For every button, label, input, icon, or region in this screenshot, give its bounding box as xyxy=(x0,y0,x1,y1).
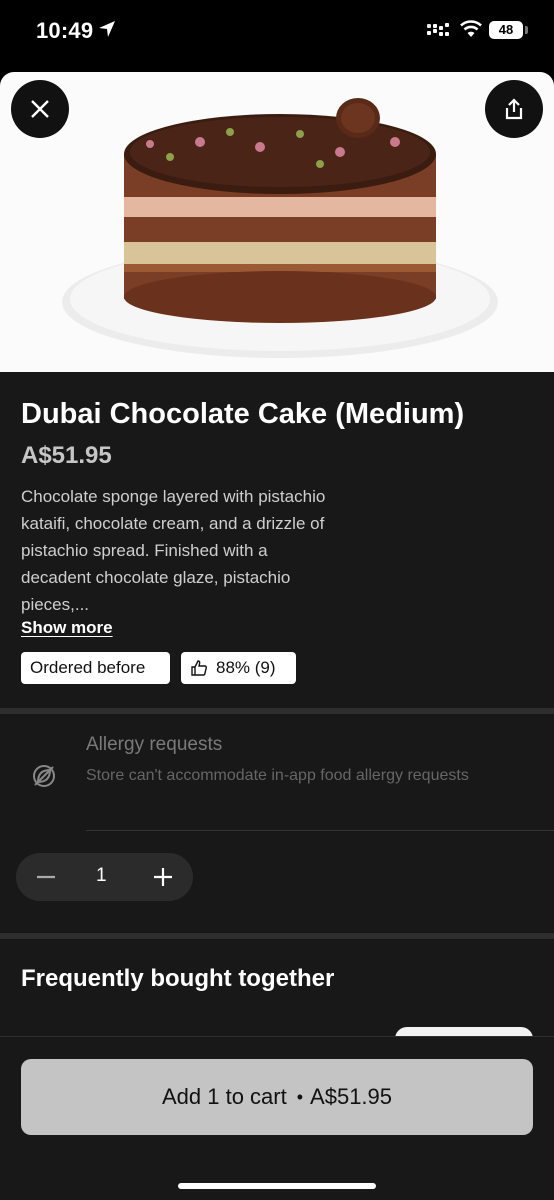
share-icon xyxy=(505,98,523,120)
ordered-before-label: Ordered before xyxy=(30,658,146,677)
section-divider xyxy=(0,933,554,939)
product-title: Dubai Chocolate Cake (Medium) xyxy=(21,398,465,430)
close-button[interactable] xyxy=(11,80,69,138)
status-time: 10:49 xyxy=(36,18,94,43)
share-button[interactable] xyxy=(485,80,543,138)
product-sheet: Dubai Chocolate Cake (Medium) A$51.95 Ch… xyxy=(0,72,554,1200)
cart-separator: • xyxy=(296,1086,304,1107)
allergy-icon xyxy=(33,765,55,787)
cellular-signal-icon xyxy=(427,23,449,36)
cart-price: A$51.95 xyxy=(310,1084,393,1109)
thumbs-up-icon xyxy=(191,660,207,676)
location-arrow-icon xyxy=(99,21,115,37)
section-divider xyxy=(0,708,554,714)
divider xyxy=(86,830,554,831)
battery-cap xyxy=(525,26,528,34)
cart-label: Add 1 to cart xyxy=(161,1084,287,1109)
product-description: Chocolate sponge layered with pistachio … xyxy=(21,487,326,614)
home-indicator xyxy=(178,1183,376,1189)
product-price: A$51.95 xyxy=(21,442,112,469)
minus-icon[interactable] xyxy=(33,864,59,890)
rating-label: 88% (9) xyxy=(216,658,276,677)
add-to-cart-button[interactable]: Add 1 to cart • A$51.95 xyxy=(21,1059,533,1135)
bottom-bar: Add 1 to cart • A$51.95 xyxy=(0,1036,554,1200)
battery-indicator: 48 xyxy=(489,21,523,39)
allergy-title: Allergy requests xyxy=(86,734,223,755)
allergy-text: Store can't accommodate in-app food alle… xyxy=(86,767,469,784)
cake-illustration xyxy=(62,98,498,358)
status-bar: 10:49 48 xyxy=(0,0,554,72)
ordered-before-badge: Ordered before xyxy=(21,652,170,684)
product-image xyxy=(0,72,554,372)
quantity-stepper: 1 xyxy=(16,853,193,901)
wifi-icon xyxy=(460,20,482,37)
rating-badge: 88% (9) xyxy=(181,652,296,684)
quantity-value: 1 xyxy=(96,865,107,886)
frequently-bought-title: Frequently bought together xyxy=(21,965,335,992)
close-icon xyxy=(31,100,49,118)
plus-icon[interactable] xyxy=(150,864,176,890)
show-more-link[interactable]: Show more xyxy=(21,618,113,638)
